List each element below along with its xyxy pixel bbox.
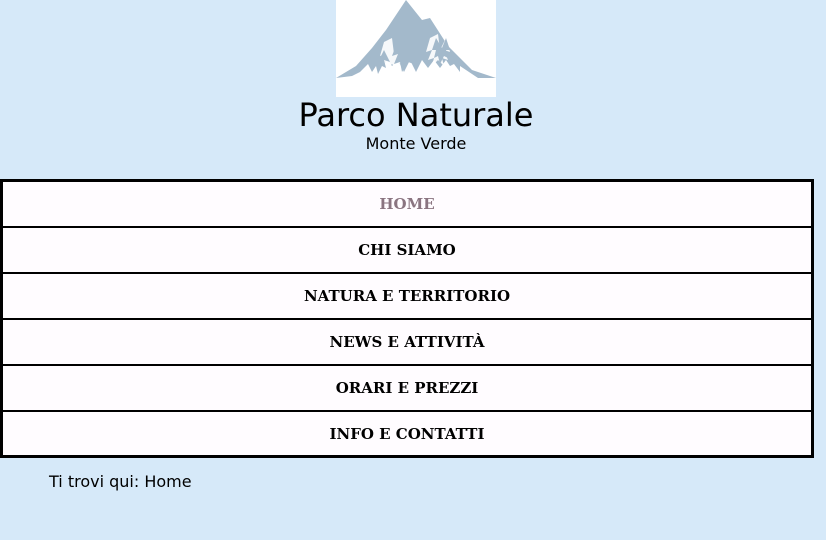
site-subtitle: Monte Verde xyxy=(365,134,467,153)
nav-item-home[interactable]: HOME xyxy=(3,182,811,228)
site-logo[interactable] xyxy=(336,0,496,97)
site-header: Parco Naturale Monte Verde xyxy=(0,0,826,180)
site-title: Parco Naturale xyxy=(298,96,534,134)
nav-item-natura-e-territorio[interactable]: NATURA E TERRITORIO xyxy=(3,274,811,320)
nav-item-news-e-attivita[interactable]: NEWS E ATTIVITÀ xyxy=(3,320,811,366)
breadcrumb-current-link[interactable]: Home xyxy=(144,472,191,491)
main-navigation: HOME CHI SIAMO NATURA E TERRITORIO NEWS … xyxy=(0,179,814,458)
breadcrumb-prefix: Ti trovi qui: xyxy=(49,472,145,491)
mountain-trees-icon xyxy=(336,0,496,78)
nav-item-info-e-contatti[interactable]: INFO E CONTATTI xyxy=(3,412,811,455)
breadcrumb: Ti trovi qui: Home xyxy=(49,472,192,492)
nav-item-orari-e-prezzi[interactable]: ORARI E PREZZI xyxy=(3,366,811,412)
nav-item-chi-siamo[interactable]: CHI SIAMO xyxy=(3,228,811,274)
